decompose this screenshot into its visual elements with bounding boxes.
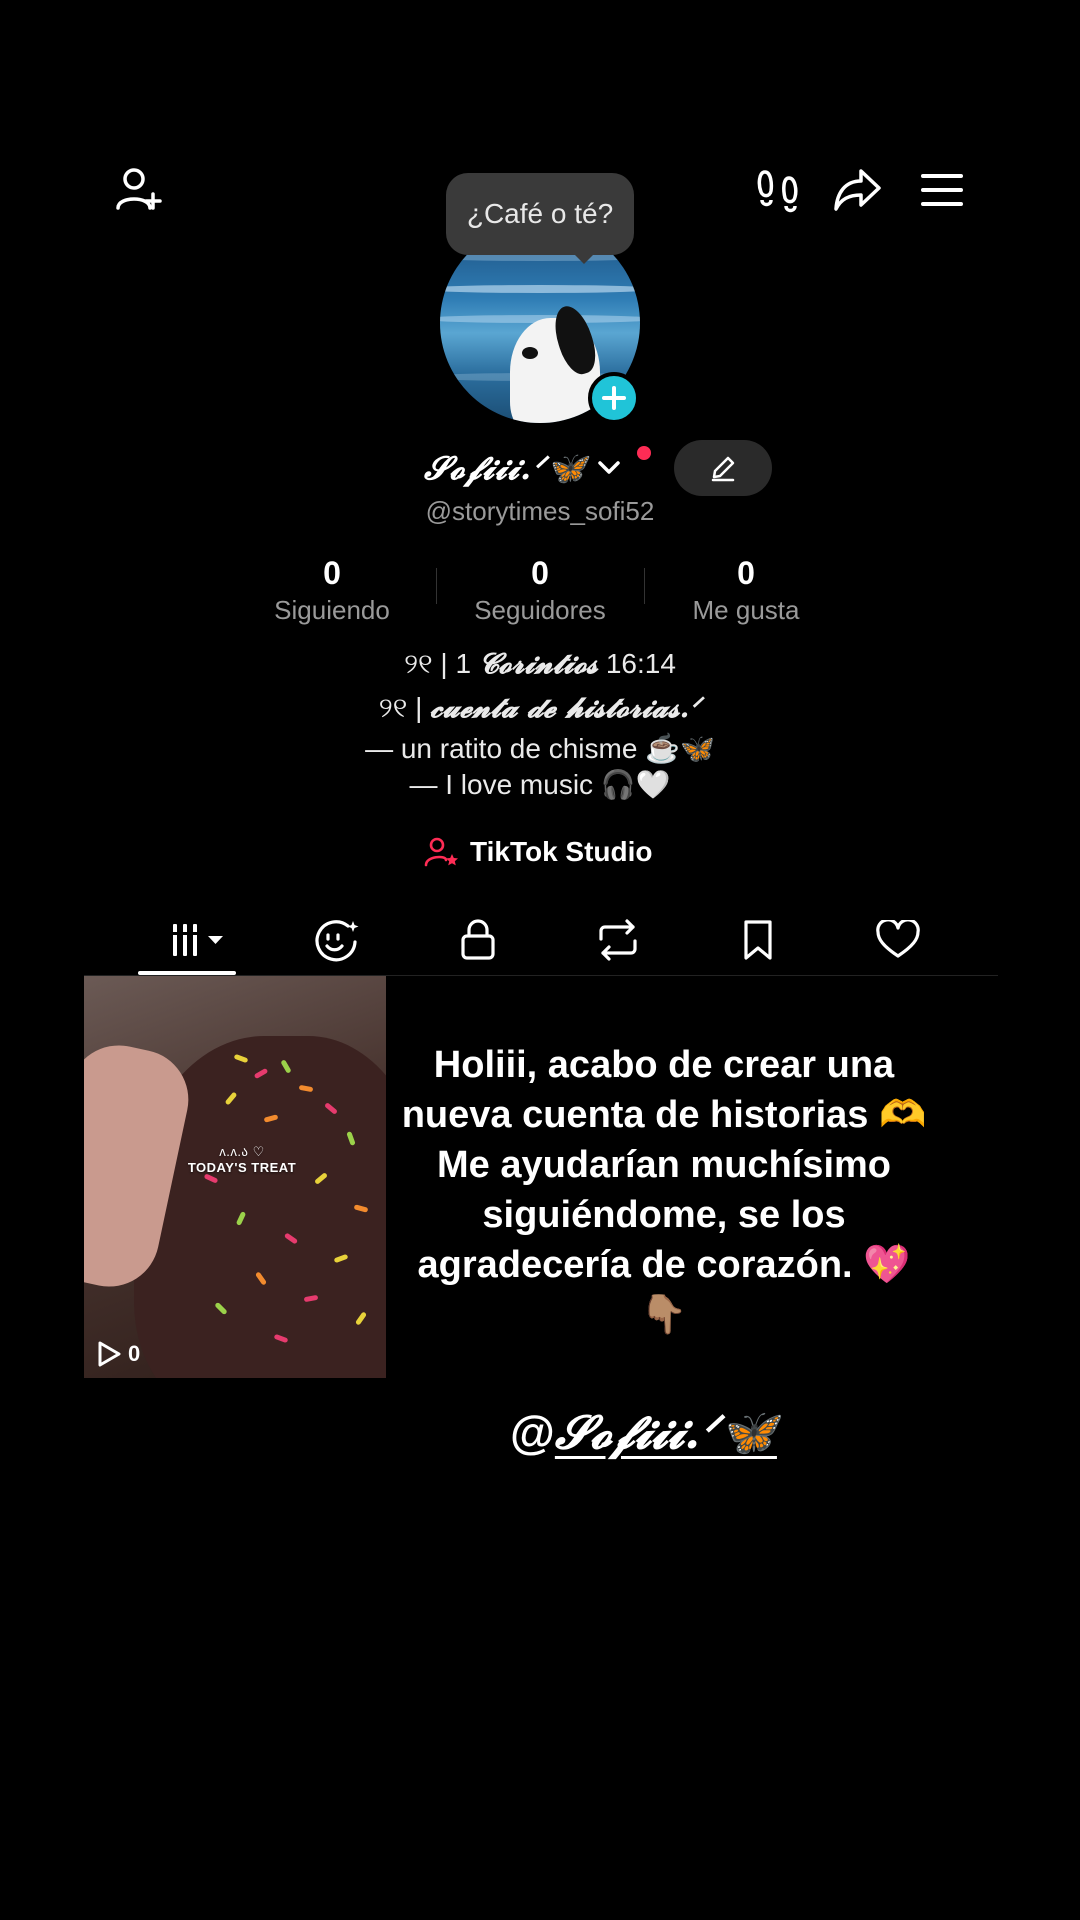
chevron-down-icon [598,461,621,474]
tab-favorites[interactable] [688,905,828,975]
pencil-icon [711,456,735,482]
add-story-button[interactable] [588,372,640,424]
heart-icon [876,920,920,958]
menu-button[interactable] [912,160,972,220]
username-handle: @storytimes_sofi52 [425,496,655,526]
person-star-icon [424,837,458,867]
share-icon [834,169,881,211]
stat-followers[interactable]: 0 Seguidores [440,553,640,627]
bio-line-4: — I love music 🎧🤍 [409,769,671,800]
stat-likes[interactable]: 0 Me gusta [646,553,846,627]
stat-followers-label: Seguidores [474,595,606,625]
stat-following-value: 0 [323,555,341,591]
face-sparkle-icon [315,920,359,962]
account-switcher[interactable]: 𝓢𝓸𝓯𝓲𝓲𝓲.ᐟ🦋 [424,440,621,496]
edit-profile-button[interactable] [674,440,772,496]
play-outline-icon [98,1341,121,1367]
stat-following-label: Siguiendo [274,595,390,625]
lock-icon [461,919,495,960]
stat-divider [436,568,437,604]
stat-likes-label: Me gusta [692,595,800,625]
repost-icon [599,919,637,961]
stat-likes-value: 0 [737,555,755,591]
bookmark-icon [744,920,772,960]
bio-line-3: — un ratito de chisme ☕️🦋 [365,733,715,764]
bio-line-1: ୨୧ | 1 𝓒𝓸𝓻𝓲𝓷𝓽𝓲𝓸𝓼 16:14 [404,647,676,680]
footprints-icon [757,170,798,213]
tab-videos[interactable] [128,905,268,975]
display-name: 𝓢𝓸𝓯𝓲𝓲𝓲.ᐟ🦋 [424,448,588,487]
tab-ai-self[interactable] [268,905,408,975]
mention-link[interactable]: @𝓢𝓸𝓯𝓲𝓲𝓲.ᐟ🦋 [510,1405,777,1461]
tooltip-bubble[interactable]: ¿Café o té? [446,173,634,255]
notification-dot [637,446,651,460]
grid-bars-icon [172,924,223,956]
tab-reposts[interactable] [548,905,688,975]
video-view-count: 0 [96,1340,140,1368]
stat-followers-value: 0 [531,555,549,591]
stat-divider [644,568,645,604]
share-button[interactable] [828,160,888,220]
overlay-message: Holiii, acabo de crear una nueva cuenta … [401,1044,927,1336]
tooltip-tail [572,252,596,264]
person-add-icon [116,168,162,210]
profile-tabs [128,905,968,975]
tab-liked[interactable] [828,905,968,975]
tiktok-studio-label: TikTok Studio [470,836,653,867]
bio-line-2: ୨୧ | 𝓬𝓾𝓮𝓷𝓽𝓪 𝓭𝓮 𝓱𝓲𝓼𝓽𝓸𝓻𝓲𝓪𝓼.ᐟ [378,691,702,724]
stat-following[interactable]: 0 Siguiendo [232,553,432,627]
plus-icon [602,386,626,410]
tab-private[interactable] [408,905,548,975]
footprints-button[interactable] [748,160,808,220]
tiktok-studio-link[interactable]: TikTok Studio [424,832,653,872]
hamburger-menu-icon [921,174,963,206]
video-caption: ᴧ.ᴧ.ა ♡ TODAY'S TREAT [187,1144,297,1175]
video-thumbnail[interactable]: ᴧ.ᴧ.ა ♡ TODAY'S TREAT 0 [84,976,386,1378]
tooltip-text: ¿Café o té? [466,198,614,229]
add-friend-button[interactable] [108,160,168,220]
